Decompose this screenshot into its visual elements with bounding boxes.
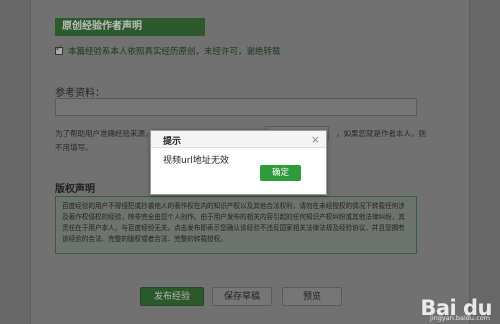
reference-help-text-2: ，如果您就是作者本人，则 — [336, 129, 426, 138]
watermark-url: jingyan.baidu.com — [430, 314, 490, 322]
dialog-message: 视频url地址无效 — [163, 156, 229, 166]
reference-help-text-3: 不用填写。 — [55, 143, 93, 152]
copyright-text: 百度经验的用户不得侵犯或抄袭他人的著作权在内的知识产权以及其他合法权利，请勿在未… — [55, 196, 417, 254]
reference-input[interactable] — [55, 98, 417, 116]
baidu-watermark: Bai du jingyan.baidu.com — [420, 296, 492, 322]
close-icon[interactable]: × — [311, 133, 320, 146]
save-draft-button[interactable]: 保存草稿 — [212, 287, 272, 306]
reference-help-text-1: 为了帮助用户准确经验来源，如 — [55, 129, 160, 138]
dialog-title: 提示 — [163, 137, 182, 147]
declaration-text: 本篇经验系本人依照真实经历原创，未经许可，谢绝转载 — [68, 47, 281, 57]
preview-button[interactable]: 预览 — [282, 287, 342, 306]
publish-button[interactable]: 发布经验 — [140, 287, 204, 306]
declaration-checkbox[interactable] — [55, 44, 63, 55]
reference-label: 参考资料： — [55, 88, 105, 99]
confirm-button[interactable]: 确定 — [260, 165, 301, 181]
declaration-row[interactable]: 本篇经验系本人依照真实经历原创，未经许可，谢绝转载 — [55, 44, 281, 57]
declaration-header: 原创经验作者声明 — [55, 18, 205, 36]
alert-dialog: 提示 × 视频url地址无效 确定 — [150, 130, 327, 195]
copyright-label: 版权声明 — [55, 184, 95, 195]
dialog-title-bar: 提示 × — [151, 131, 326, 148]
